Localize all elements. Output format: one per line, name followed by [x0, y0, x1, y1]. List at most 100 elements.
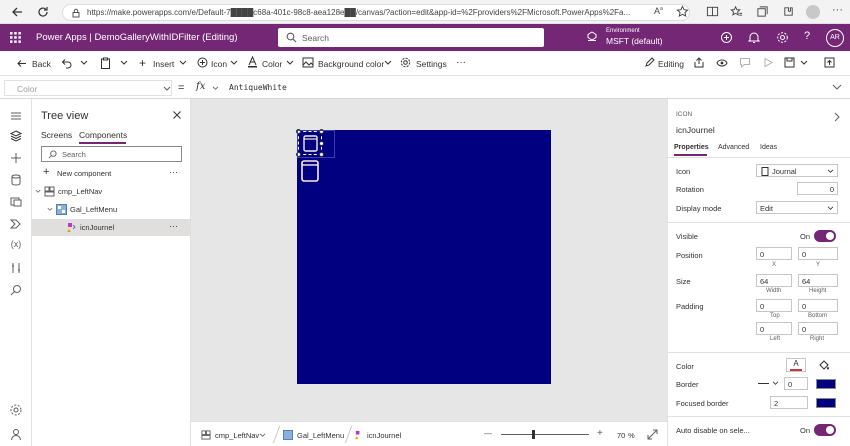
fx-button[interactable]: fx: [196, 81, 205, 95]
user-avatar[interactable]: AR: [826, 29, 844, 47]
border-style-dropdown[interactable]: [758, 377, 782, 390]
chevron-down-icon[interactable]: [35, 189, 41, 194]
chevron-right-icon[interactable]: [834, 112, 840, 122]
favorite-star-icon[interactable]: [676, 5, 689, 18]
font-color-picker[interactable]: A: [786, 358, 806, 372]
breadcrumb-icnjournel[interactable]: icnJournel: [367, 431, 401, 440]
save-icon[interactable]: [784, 57, 795, 68]
property-dropdown[interactable]: Color: [4, 80, 172, 96]
extensions-icon[interactable]: [782, 5, 795, 18]
design-canvas[interactable]: [191, 99, 667, 421]
back-arrow-icon[interactable]: [16, 58, 27, 69]
settings-gear-icon[interactable]: [9, 403, 23, 417]
insert-plus-icon[interactable]: [9, 151, 23, 165]
tree-item-cmp-leftnav[interactable]: cmp_LeftNav: [32, 185, 191, 199]
paste-clipboard-icon[interactable]: [100, 57, 111, 69]
global-search-input[interactable]: Search: [278, 28, 544, 47]
settings-button[interactable]: Settings: [416, 59, 447, 69]
virtual-agent-icon[interactable]: [9, 427, 23, 441]
tree-item-more-button[interactable]: ···: [169, 221, 178, 231]
rotation-input[interactable]: 0: [797, 182, 838, 195]
profile-avatar-icon[interactable]: [806, 5, 820, 19]
chevron-down-icon[interactable]: [286, 60, 294, 66]
fill-bucket-icon[interactable]: [818, 359, 830, 371]
variables-icon[interactable]: (x): [9, 239, 23, 253]
padding-bottom-input[interactable]: 0: [798, 299, 838, 312]
width-input[interactable]: 64: [756, 274, 792, 287]
undo-icon[interactable]: [60, 57, 72, 69]
position-y-input[interactable]: 0: [798, 247, 838, 260]
tab-advanced[interactable]: Advanced: [718, 144, 749, 151]
chevron-down-icon[interactable]: [384, 60, 392, 66]
tab-screens[interactable]: Screens: [41, 130, 72, 140]
read-aloud-icon[interactable]: Aa: [654, 6, 663, 16]
back-button[interactable]: Back: [32, 59, 51, 69]
app-launcher-icon[interactable]: [10, 32, 21, 43]
play-preview-icon[interactable]: [763, 57, 773, 68]
expand-arrows-icon[interactable]: [647, 429, 658, 440]
editing-mode-button[interactable]: Editing: [658, 59, 684, 69]
chevron-down-icon[interactable]: [120, 60, 128, 66]
publish-icon[interactable]: [824, 57, 835, 68]
height-input[interactable]: 64: [798, 274, 838, 287]
hamburger-menu-icon[interactable]: [9, 109, 23, 123]
back-arrow-icon[interactable]: [10, 5, 24, 19]
color-button[interactable]: Color: [262, 59, 282, 69]
media-icon[interactable]: [9, 195, 23, 209]
tab-properties[interactable]: Properties: [674, 144, 709, 151]
breadcrumb-gal-leftmenu[interactable]: Gal_LeftMenu: [297, 431, 344, 440]
share-icon[interactable]: [693, 57, 705, 68]
tree-item-gal-leftmenu[interactable]: Gal_LeftMenu: [32, 203, 191, 217]
insert-button[interactable]: Insert: [153, 59, 174, 69]
command-more-button[interactable]: ···: [456, 57, 466, 68]
chevron-down-icon[interactable]: [800, 60, 808, 66]
favorites-icon[interactable]: [730, 5, 743, 18]
focused-border-input[interactable]: 2: [770, 396, 808, 409]
address-bar[interactable]: https://make.powerapps.com/e/Default-7██…: [62, 4, 690, 21]
copilot-icon[interactable]: [720, 31, 733, 44]
split-screen-icon[interactable]: [706, 5, 719, 18]
journal-icon[interactable]: [300, 160, 320, 182]
tree-search-input[interactable]: Search: [41, 146, 182, 162]
settings-gear-icon[interactable]: [776, 31, 789, 44]
icon-button[interactable]: Icon: [211, 59, 227, 69]
component-screen[interactable]: [296, 129, 551, 384]
refresh-icon[interactable]: [36, 5, 50, 19]
notifications-bell-icon[interactable]: [748, 31, 760, 44]
tree-item-icnjournel[interactable]: icnJournel ···: [32, 219, 191, 236]
chevron-down-icon[interactable]: [47, 207, 53, 212]
zoom-in-button[interactable]: +: [597, 428, 603, 439]
search-icon[interactable]: [9, 283, 23, 297]
background-color-button[interactable]: Background color: [318, 59, 384, 69]
chevron-down-icon[interactable]: [179, 60, 187, 66]
auto-disable-toggle[interactable]: [814, 424, 836, 436]
advanced-tools-icon[interactable]: [9, 261, 23, 275]
tab-components[interactable]: Components: [79, 130, 127, 140]
chevron-down-icon[interactable]: [212, 86, 219, 91]
zoom-out-button[interactable]: —: [484, 429, 492, 438]
breadcrumb-cmp-leftnav[interactable]: cmp_LeftNav: [215, 431, 259, 440]
icon-property-dropdown[interactable]: Journal: [756, 164, 838, 177]
chevron-down-icon[interactable]: [80, 60, 88, 66]
new-component-more-button[interactable]: ···: [169, 167, 178, 177]
position-x-input[interactable]: 0: [756, 247, 792, 260]
zoom-slider-thumb[interactable]: [532, 430, 535, 439]
chevron-down-icon[interactable]: [230, 60, 238, 66]
visible-toggle[interactable]: [814, 230, 836, 242]
close-icon[interactable]: [172, 110, 182, 120]
data-cylinder-icon[interactable]: [9, 173, 23, 187]
tab-ideas[interactable]: Ideas: [760, 144, 777, 151]
collections-icon[interactable]: [756, 5, 769, 18]
border-thickness-input[interactable]: 0: [784, 377, 808, 390]
padding-right-input[interactable]: 0: [798, 322, 838, 335]
border-color-swatch[interactable]: [816, 379, 836, 389]
zoom-slider[interactable]: [501, 430, 589, 439]
control-name[interactable]: icnJournel: [676, 125, 715, 135]
comments-icon[interactable]: [739, 57, 751, 68]
app-checker-icon[interactable]: [716, 57, 728, 68]
chevron-down-icon[interactable]: [259, 433, 266, 438]
padding-left-input[interactable]: 0: [756, 322, 792, 335]
chevron-down-icon[interactable]: [832, 84, 842, 91]
display-mode-dropdown[interactable]: Edit: [756, 201, 838, 214]
focused-border-color-swatch[interactable]: [816, 398, 836, 408]
